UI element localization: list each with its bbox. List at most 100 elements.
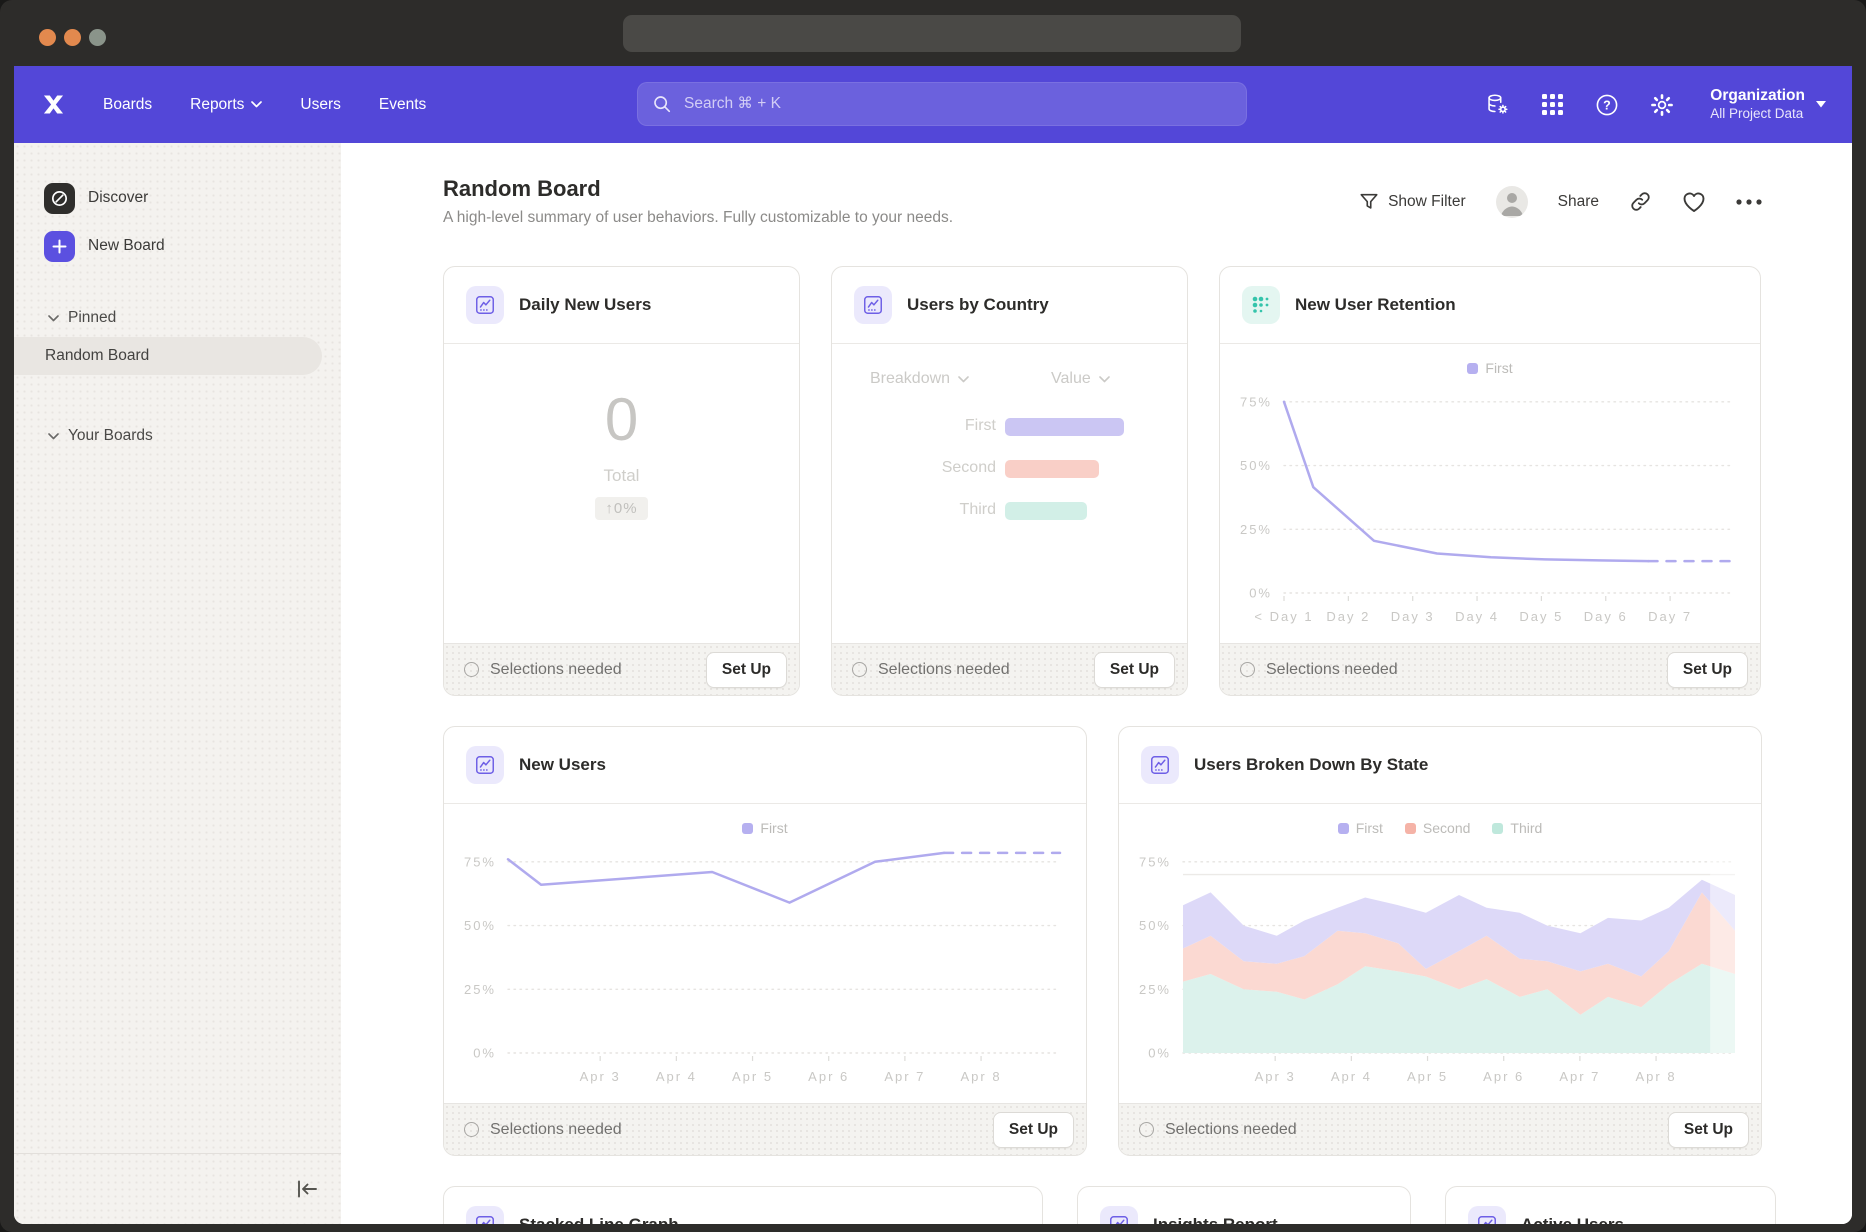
svg-text:50%: 50% <box>1240 458 1272 473</box>
svg-text:Apr 5: Apr 5 <box>1407 1069 1448 1084</box>
search-input[interactable] <box>682 94 1232 114</box>
avatar[interactable] <box>1496 186 1528 218</box>
favorite-heart-icon[interactable] <box>1682 191 1706 213</box>
svg-text:Apr 3: Apr 3 <box>1255 1069 1296 1084</box>
section-label: Pinned <box>68 309 116 327</box>
card-header: Stacked Line Graph <box>444 1187 1042 1224</box>
svg-text:Day 5: Day 5 <box>1519 609 1563 624</box>
dropdown-label: Breakdown <box>870 370 950 388</box>
card-header: Users Broken Down By State <box>1119 727 1761 804</box>
page-title: Random Board <box>443 176 953 202</box>
nav-item-label: Events <box>379 96 426 114</box>
cards-row-1: Daily New Users0Total↑0%Selections neede… <box>443 266 1852 696</box>
sidebar: Discover New Board Pinned Random Board <box>14 143 341 1224</box>
nav-item-label: Boards <box>103 96 152 114</box>
card-body: 75%50%25%0%Apr 3Apr 4Apr 5Apr 6Apr 7Apr … <box>444 804 1086 1105</box>
nav-item-label: Reports <box>190 96 244 114</box>
line-chart-canvas: 75%50%25%0%Apr 3Apr 4Apr 5Apr 6Apr 7Apr … <box>444 804 1087 1105</box>
sidebar-section-your-boards[interactable]: Your Boards <box>48 427 341 445</box>
svg-text:75%: 75% <box>1139 855 1171 870</box>
org-switcher[interactable]: Organization All Project Data <box>1710 86 1826 122</box>
status-circle-icon <box>852 662 867 677</box>
card-header: Active Users <box>1446 1187 1775 1224</box>
setup-button[interactable]: Set Up <box>993 1112 1074 1148</box>
svg-text:?: ? <box>1603 98 1611 112</box>
sidebar-section-pinned[interactable]: Pinned <box>48 309 341 327</box>
settings-gear-icon[interactable] <box>1649 92 1675 118</box>
traffic-light-minimize[interactable] <box>64 29 81 46</box>
apps-grid-icon[interactable] <box>1539 92 1565 118</box>
breakdown-row: Second <box>832 460 1187 478</box>
nav-item-boards[interactable]: Boards <box>103 96 152 114</box>
svg-text:< Day 1: < Day 1 <box>1254 609 1313 624</box>
retention-dots-icon <box>1242 286 1280 324</box>
traffic-light-zoom[interactable] <box>89 29 106 46</box>
status-circle-icon <box>464 1122 479 1137</box>
org-text: Organization All Project Data <box>1710 86 1805 122</box>
mixpanel-logo-icon[interactable] <box>40 91 67 118</box>
board-description: A high-level summary of user behaviors. … <box>443 209 953 227</box>
svg-text:Apr 8: Apr 8 <box>1636 1069 1677 1084</box>
breakdown-bar-second <box>1005 460 1099 478</box>
nav-item-events[interactable]: Events <box>379 96 426 114</box>
metric-label: Total <box>604 466 640 486</box>
card-header: Daily New Users <box>444 267 799 344</box>
svg-text:Apr 5: Apr 5 <box>732 1069 773 1084</box>
sidebar-item-new-board[interactable]: New Board <box>44 229 341 263</box>
card-header: Insights Report <box>1078 1187 1410 1224</box>
svg-text:Day 3: Day 3 <box>1391 609 1435 624</box>
traffic-light-close[interactable] <box>39 29 56 46</box>
sidebar-item-label: Discover <box>88 189 148 207</box>
card-title: Users by Country <box>907 295 1049 315</box>
card-title: Users Broken Down By State <box>1194 755 1428 775</box>
filter-funnel-icon <box>1359 192 1379 212</box>
setup-button[interactable]: Set Up <box>706 652 787 688</box>
svg-text:75%: 75% <box>1240 395 1272 410</box>
navbar-right: ? Organization All Project Data <box>1484 86 1826 122</box>
share-button[interactable]: Share <box>1558 193 1599 211</box>
more-options-ellipsis-icon[interactable] <box>1736 199 1762 205</box>
address-bar[interactable] <box>623 15 1241 52</box>
breakdown-dropdown[interactable]: Breakdown <box>870 370 969 388</box>
help-icon[interactable]: ? <box>1594 92 1620 118</box>
search-bar[interactable] <box>637 82 1247 126</box>
sidebar-item-discover[interactable]: Discover <box>44 181 341 215</box>
board-header: Random Board A high-level summary of use… <box>443 176 1762 227</box>
chevron-down-icon <box>251 101 262 108</box>
setup-button[interactable]: Set Up <box>1667 652 1748 688</box>
setup-button[interactable]: Set Up <box>1668 1112 1749 1148</box>
copy-link-icon[interactable] <box>1629 190 1652 213</box>
database-gear-icon[interactable] <box>1484 92 1510 118</box>
nav-item-users[interactable]: Users <box>300 96 340 114</box>
status-circle-icon <box>1240 662 1255 677</box>
svg-text:75%: 75% <box>464 855 496 870</box>
card-footer: Selections neededSet Up <box>444 643 799 695</box>
nav-items: Boards Reports Users Events <box>103 96 426 114</box>
line-chart-icon <box>466 286 504 324</box>
dropdown-label: Value <box>1051 370 1091 388</box>
show-filter-button[interactable]: Show Filter <box>1359 192 1466 212</box>
search-icon <box>652 94 672 114</box>
collapse-sidebar-icon[interactable] <box>295 1179 319 1199</box>
compass-icon <box>44 183 75 214</box>
svg-text:Day 6: Day 6 <box>1584 609 1628 624</box>
value-dropdown[interactable]: Value <box>1051 370 1110 388</box>
nav-item-reports[interactable]: Reports <box>190 96 262 114</box>
card-footer: Selections neededSet Up <box>1220 643 1760 695</box>
card-body: BreakdownValueFirstSecondThird <box>832 344 1187 645</box>
metric-value: 0 <box>605 390 638 450</box>
section-label: Your Boards <box>68 427 153 445</box>
svg-text:25%: 25% <box>1139 982 1171 997</box>
status-text: Selections needed <box>878 661 1010 679</box>
card-title: Daily New Users <box>519 295 651 315</box>
status-circle-icon <box>1139 1122 1154 1137</box>
sidebar-item-random-board[interactable]: Random Board <box>14 337 322 375</box>
svg-text:Day 2: Day 2 <box>1326 609 1370 624</box>
breakdown-row-label: First <box>832 417 996 435</box>
line-chart-icon <box>1141 746 1179 784</box>
cards-row-2: New Users75%50%25%0%Apr 3Apr 4Apr 5Apr 6… <box>443 726 1852 1156</box>
share-label: Share <box>1558 193 1599 211</box>
screenshot-root: Boards Reports Users Events <box>0 0 1866 1232</box>
show-filter-label: Show Filter <box>1388 193 1466 211</box>
setup-button[interactable]: Set Up <box>1094 652 1175 688</box>
